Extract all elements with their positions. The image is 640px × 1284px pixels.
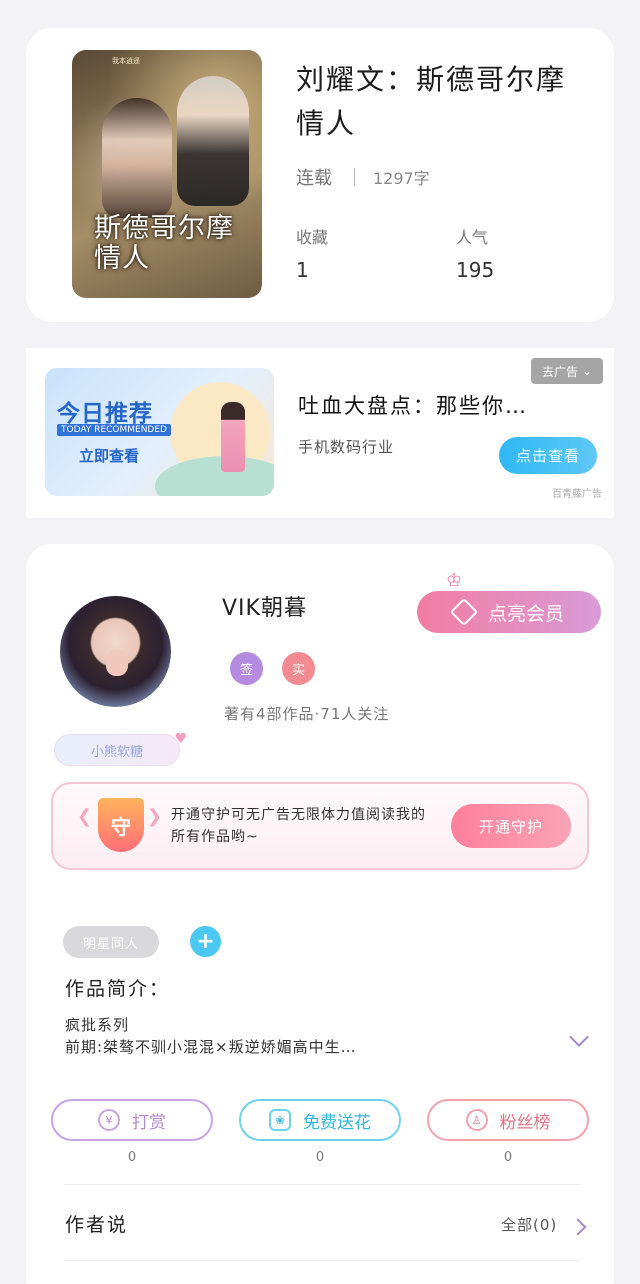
collect-stat: 收藏 1 — [296, 224, 328, 282]
guard-banner[interactable]: ❮ 守 ❯ 开通守护可无广告无限体力值阅读我的所有作品哟~ 开通守护 — [51, 782, 589, 870]
add-tag-button[interactable]: + — [190, 926, 221, 957]
remove-ad-button[interactable]: 去广告 ⌄ — [531, 358, 603, 384]
divider — [64, 1260, 580, 1261]
fan-count: 0 — [503, 1150, 513, 1165]
yen-icon: ¥ — [98, 1109, 120, 1131]
book-info-card: 我本逍遥 斯德哥尔摩情人 刘耀文：斯德哥尔摩情人 连载 1297字 收藏 1 人… — [26, 28, 614, 322]
user-icon: ♙ — [465, 1109, 488, 1131]
chevron-right-icon[interactable] — [569, 1218, 587, 1236]
book-meta: 连载 1297字 — [296, 164, 430, 190]
fan-rank-label: 粉丝榜 — [499, 1112, 551, 1133]
author-says-label: 作者说 — [65, 1214, 129, 1236]
intro-line-2: 前期:桀骜不驯小混混×叛逆娇媚高中生… — [65, 1038, 357, 1056]
guard-shield-icon: 守 — [98, 798, 144, 852]
divider — [64, 1184, 580, 1185]
heart-icon: ♥ — [174, 731, 187, 747]
tip-label: 打赏 — [132, 1112, 166, 1133]
ad-title[interactable]: 吐血大盘点：那些你… — [298, 390, 528, 420]
book-word-count: 1297字 — [373, 169, 430, 188]
fan-tag[interactable]: 小熊软糖 ♥ — [54, 731, 187, 766]
send-flower-label: 免费送花 — [303, 1112, 371, 1133]
popularity-stat: 人气 195 — [456, 224, 494, 282]
ad-source: 百青藤广告 — [552, 489, 602, 500]
author-card: VIK朝暮 ♔ 点亮会员 签 实 著有4部作品·71人关注 小熊软糖 ♥ ❮ 守… — [26, 544, 614, 1284]
intro-line-1: 疯批系列 — [65, 1016, 130, 1034]
fan-rank-button[interactable]: ♙ 粉丝榜 — [427, 1099, 589, 1141]
works-info: 著有4部作品·71人关注 — [224, 705, 390, 723]
intro-label: 作品简介： — [65, 978, 171, 1000]
tip-button[interactable]: ¥ 打赏 — [51, 1099, 213, 1141]
banner-subtitle: TODAY RECOMMENDED — [57, 424, 171, 436]
guard-text: 开通守护可无广告无限体力值阅读我的所有作品哟~ — [171, 807, 426, 845]
cover-figure-boy — [177, 76, 249, 206]
author-name[interactable]: VIK朝暮 — [222, 590, 307, 622]
left-wing-icon: ❮ — [77, 806, 93, 827]
chevron-down-icon: ⌄ — [581, 364, 593, 378]
ad-subtitle: 手机数码行业 — [298, 438, 395, 456]
popularity-value: 195 — [456, 258, 495, 282]
book-title: 刘耀文：斯德哥尔摩情人 — [296, 63, 567, 140]
flower-count: 0 — [315, 1150, 325, 1165]
expand-chevron-icon[interactable] — [569, 1027, 589, 1047]
vip-button[interactable]: 点亮会员 — [417, 591, 601, 633]
cover-tag: 我本逍遥 — [112, 57, 140, 65]
flower-icon: ❀ — [269, 1109, 291, 1131]
author-says-all-link[interactable]: 全部(0) — [501, 1214, 557, 1235]
open-guard-button[interactable]: 开通守护 — [451, 804, 571, 848]
cover-title: 斯德哥尔摩情人 — [94, 213, 234, 274]
avatar[interactable] — [60, 596, 171, 707]
fan-tag-label: 小熊软糖 — [90, 744, 143, 760]
tip-count: 0 — [127, 1150, 137, 1165]
signed-badge: 签 — [230, 652, 263, 685]
banner-title: 今日推荐 — [57, 401, 153, 427]
banner-hill — [155, 456, 274, 496]
collect-value: 1 — [296, 258, 309, 282]
crown-icon: ♔ — [446, 570, 463, 591]
avatar-hand — [106, 650, 128, 676]
ad-banner-image[interactable]: 今日推荐 TODAY RECOMMENDED 立即查看 — [45, 368, 274, 496]
send-flower-button[interactable]: ❀ 免费送花 — [239, 1099, 401, 1141]
diamond-icon — [449, 597, 479, 627]
book-status: 连载 — [296, 168, 332, 189]
remove-ad-label: 去广告 — [541, 364, 578, 379]
banner-girl-illustration — [221, 402, 245, 472]
book-cover-image[interactable]: 我本逍遥 斯德哥尔摩情人 — [72, 50, 262, 298]
category-tag[interactable]: 明星同人 — [63, 926, 159, 958]
cover-figure-girl — [102, 98, 172, 218]
ad-view-button[interactable]: 点击查看 — [499, 437, 597, 474]
right-wing-icon: ❯ — [147, 806, 163, 827]
popularity-label: 人气 — [456, 228, 489, 247]
banner-cta: 立即查看 — [79, 447, 140, 465]
meta-divider — [354, 168, 355, 186]
verified-badge: 实 — [282, 652, 315, 685]
collect-label: 收藏 — [296, 228, 329, 247]
ad-card[interactable]: 去广告 ⌄ 今日推荐 TODAY RECOMMENDED 立即查看 吐血大盘点：… — [26, 348, 614, 518]
vip-button-label: 点亮会员 — [487, 602, 564, 625]
